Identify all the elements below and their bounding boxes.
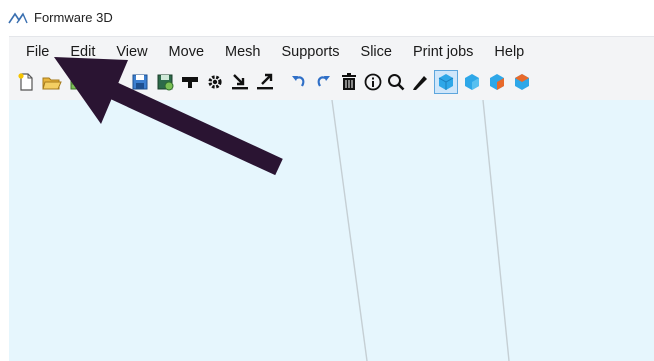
view-cube-front-icon[interactable] [434, 70, 458, 94]
formware-logo-icon [8, 12, 28, 24]
open-folder-icon[interactable] [41, 71, 63, 93]
redo-icon[interactable] [312, 71, 334, 93]
menu-supports[interactable]: Supports [278, 37, 342, 67]
view-cube-orange-icon[interactable] [486, 71, 508, 93]
settings-gear-icon[interactable] [204, 71, 226, 93]
view-cube-top-icon[interactable] [511, 71, 533, 93]
menu-slice[interactable]: Slice [358, 37, 395, 67]
menu-edit[interactable]: Edit [67, 37, 98, 67]
menu-print-jobs[interactable]: Print jobs [410, 37, 476, 67]
info-icon[interactable] [362, 71, 384, 93]
pencil-edit-icon[interactable] [409, 71, 431, 93]
undo-icon[interactable] [288, 71, 310, 93]
title-bar: Formware 3D [0, 0, 654, 36]
app-title: Formware 3D [34, 10, 113, 25]
search-zoom-icon[interactable] [385, 71, 407, 93]
build-plate-grid [331, 100, 510, 361]
save-icon[interactable] [129, 71, 151, 93]
view-cube-side-icon[interactable] [461, 71, 483, 93]
menu-help[interactable]: Help [491, 37, 527, 67]
delete-trash-icon[interactable] [338, 71, 360, 93]
export-upload-icon[interactable] [254, 71, 276, 93]
menu-move[interactable]: Move [166, 37, 207, 67]
new-file-icon[interactable] [15, 71, 37, 93]
menu-mesh[interactable]: Mesh [222, 37, 263, 67]
import-download-icon[interactable] [229, 71, 251, 93]
menu-bar: File Edit View Move Mesh Supports Slice … [9, 36, 654, 67]
import-mesh-icon[interactable] [67, 71, 89, 93]
menu-file[interactable]: File [23, 37, 52, 67]
printer-platform-icon[interactable] [179, 71, 201, 93]
menu-view[interactable]: View [113, 37, 150, 67]
save-as-icon[interactable] [154, 71, 176, 93]
toolbar [9, 66, 654, 101]
3d-viewport[interactable] [9, 100, 654, 361]
